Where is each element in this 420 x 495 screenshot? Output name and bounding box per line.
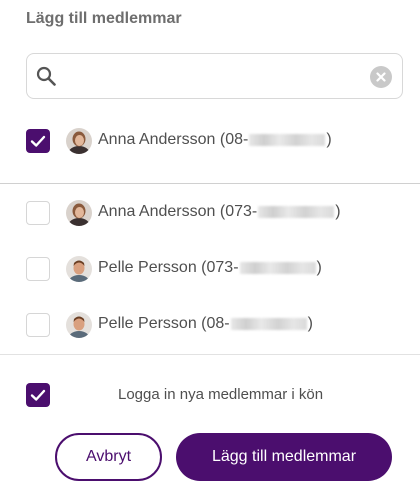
login-checkbox[interactable] <box>26 383 50 407</box>
redacted-phone <box>230 317 307 330</box>
redacted-phone <box>258 205 335 218</box>
member-name: Pelle Persson <box>98 315 197 332</box>
avatar <box>66 256 92 282</box>
member-checkbox[interactable] <box>26 313 50 337</box>
divider <box>0 354 420 355</box>
search-icon <box>36 66 56 86</box>
member-row[interactable]: Pelle Persson (073-) <box>26 254 406 284</box>
redacted-phone <box>249 133 326 146</box>
redacted-phone <box>239 261 316 274</box>
dialog-title: Lägg till medlemmar <box>26 10 182 27</box>
avatar <box>66 312 92 338</box>
search-input[interactable] <box>65 62 359 92</box>
member-checkbox[interactable] <box>26 257 50 281</box>
member-row[interactable]: Anna Andersson (073-) <box>26 198 406 228</box>
search-box[interactable] <box>26 53 403 99</box>
member-name: Anna Andersson <box>98 131 216 148</box>
member-checkbox[interactable] <box>26 129 50 153</box>
member-phone-prefix: (08- <box>219 131 249 148</box>
member-row[interactable]: Pelle Persson (08-) <box>26 310 406 340</box>
cancel-button[interactable]: Avbryt <box>55 433 162 481</box>
member-name: Pelle Persson <box>98 259 197 276</box>
member-phone-prefix: (08- <box>201 315 230 332</box>
avatar <box>66 200 92 226</box>
member-label: Pelle Persson (073-) <box>98 259 322 277</box>
clear-icon[interactable] <box>370 66 392 88</box>
member-phone-suffix: ) <box>326 131 332 148</box>
check-icon <box>30 389 46 401</box>
member-row[interactable]: Anna Andersson (08-) <box>26 126 406 156</box>
avatar <box>66 128 92 154</box>
login-option-label: Logga in nya medlemmar i kön <box>118 386 324 403</box>
member-phone-prefix: (073- <box>201 259 239 276</box>
member-phone-prefix: (073- <box>219 203 258 220</box>
member-label: Anna Andersson (08-) <box>98 131 332 149</box>
member-label: Pelle Persson (08-) <box>98 315 313 333</box>
member-phone-suffix: ) <box>316 259 322 276</box>
member-checkbox[interactable] <box>26 201 50 225</box>
member-phone-suffix: ) <box>335 203 341 220</box>
check-icon <box>30 135 46 147</box>
member-label: Anna Andersson (073-) <box>98 203 341 221</box>
add-members-button[interactable]: Lägg till medlemmar <box>176 433 392 481</box>
member-phone-suffix: ) <box>307 315 313 332</box>
divider <box>0 183 420 184</box>
member-name: Anna Andersson <box>98 203 216 220</box>
